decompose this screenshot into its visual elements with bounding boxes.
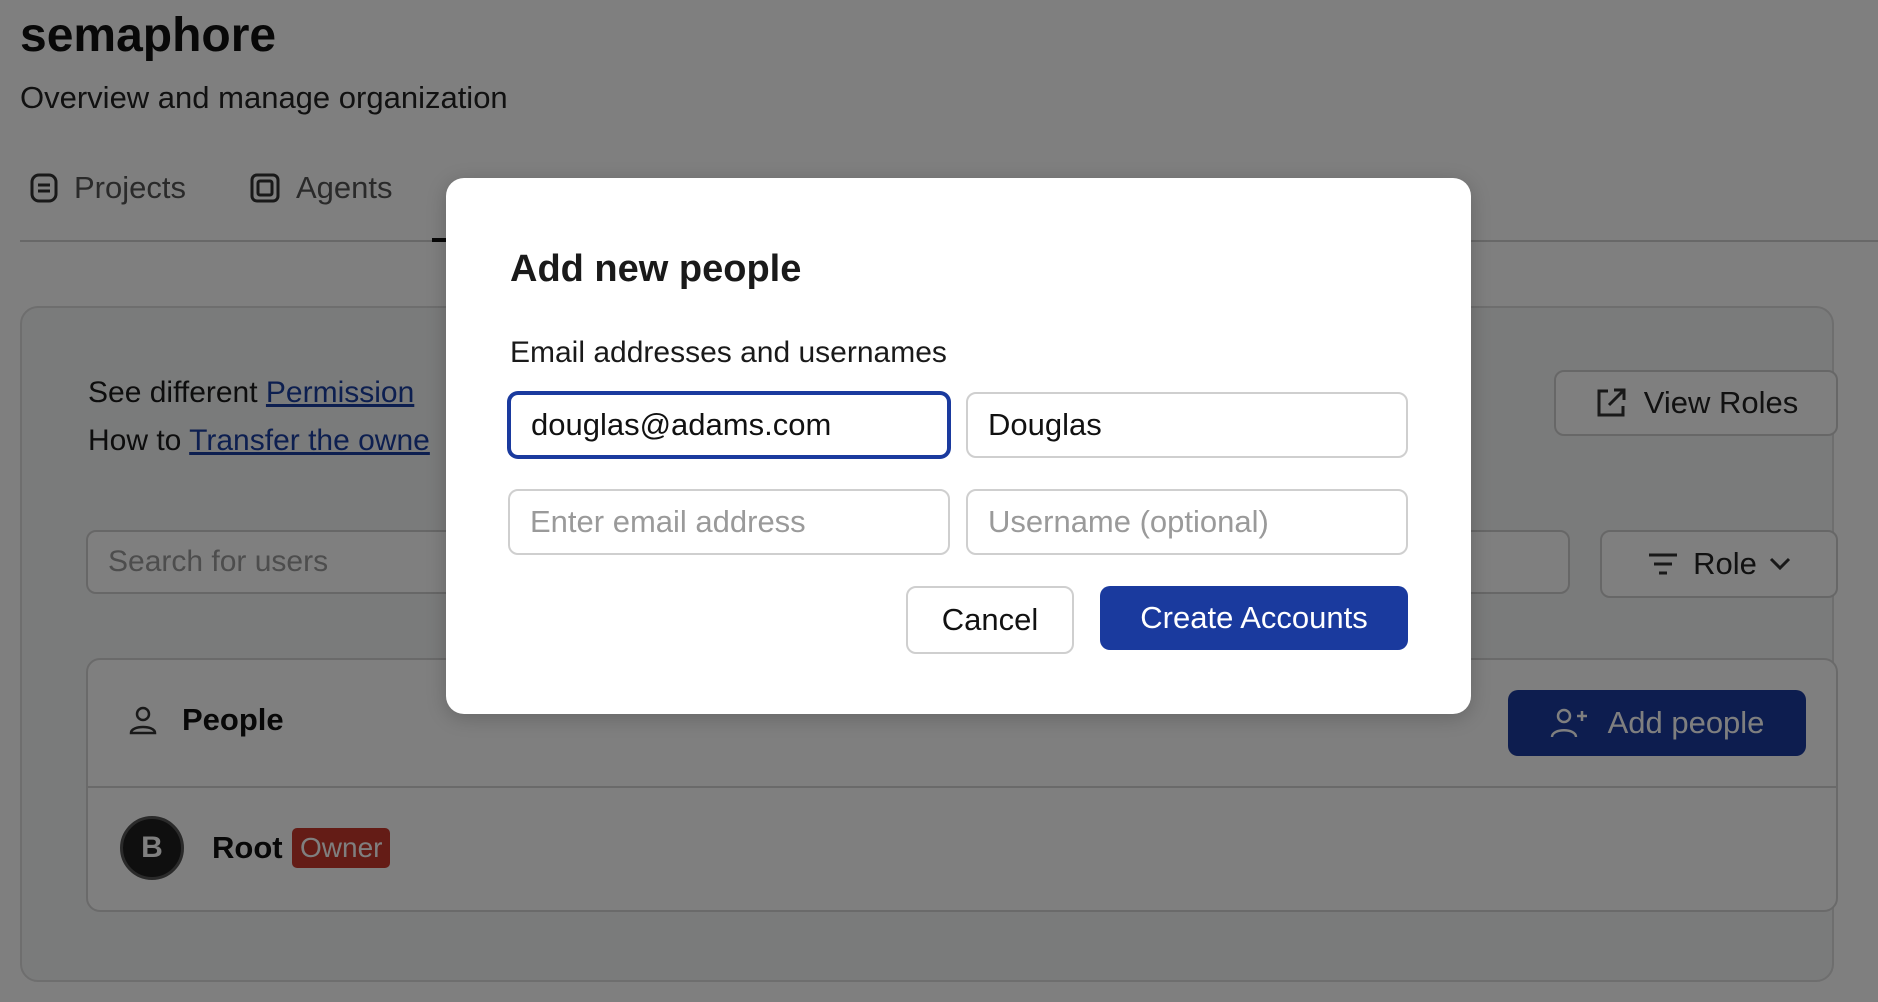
email-field-2[interactable] <box>508 489 950 555</box>
add-people-dialog: Add new people Email addresses and usern… <box>446 178 1471 714</box>
username-field-2[interactable] <box>966 489 1408 555</box>
username-field-1[interactable] <box>966 392 1408 458</box>
organization-page: semaphore Overview and manage organizati… <box>0 0 1878 1002</box>
cancel-button[interactable]: Cancel <box>906 586 1074 654</box>
dialog-title: Add new people <box>510 248 802 290</box>
create-accounts-button[interactable]: Create Accounts <box>1100 586 1408 650</box>
emails-usernames-label: Email addresses and usernames <box>510 336 947 369</box>
email-field-1[interactable] <box>508 392 950 458</box>
